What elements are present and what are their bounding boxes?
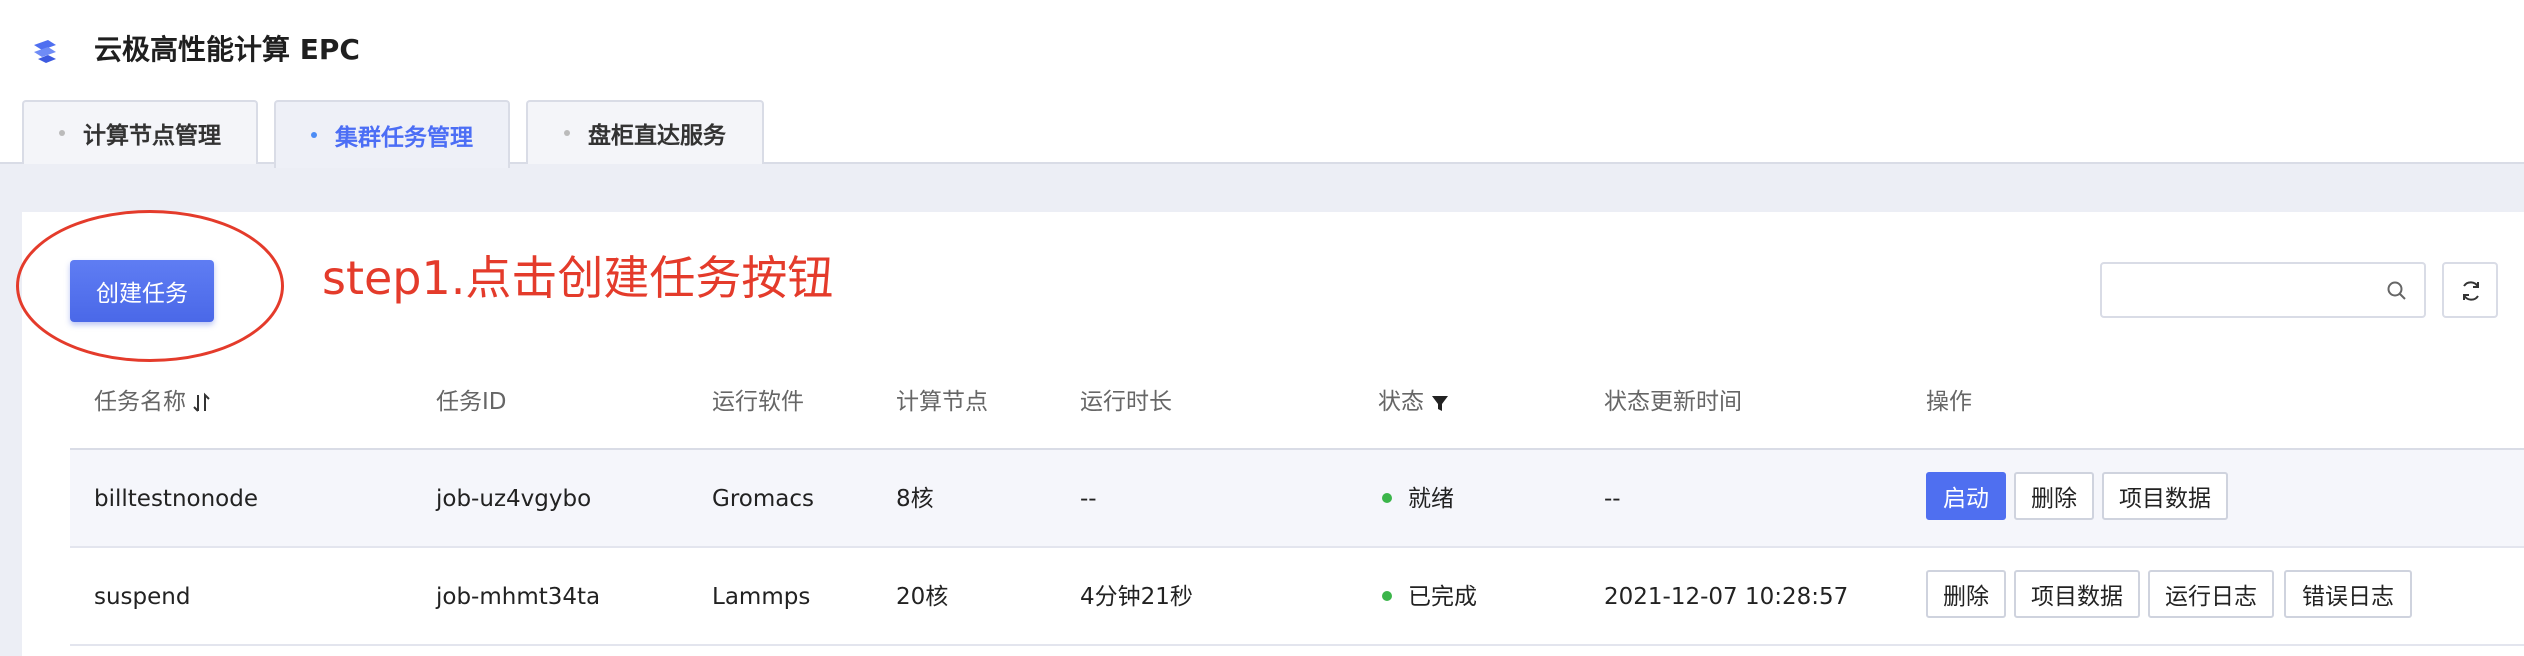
cell-software: Gromacs — [712, 486, 814, 512]
status-text: 已完成 — [1408, 584, 1477, 610]
run-log-button[interactable]: 运行日志 — [2148, 570, 2274, 618]
column-header-updated: 状态更新时间 — [1604, 389, 1742, 415]
tab-dot — [564, 130, 570, 136]
refresh-button[interactable] — [2442, 262, 2498, 318]
cell-duration: -- — [1080, 486, 1097, 512]
column-header-actions: 操作 — [1926, 389, 1972, 415]
logo-icon — [34, 40, 56, 63]
step-annotation: step1.点击创建任务按钮 — [322, 251, 834, 305]
error-log-button[interactable]: 错误日志 — [2284, 570, 2412, 618]
delete-button[interactable]: 删除 — [1926, 570, 2006, 618]
cell-name: suspend — [94, 584, 191, 610]
highlight-ellipse — [16, 210, 284, 362]
refresh-icon — [2463, 281, 2479, 301]
cell-duration: 4分钟21秒 — [1080, 584, 1193, 610]
cell-id: job-mhmt34ta — [436, 584, 601, 610]
filter-icon[interactable] — [1431, 394, 1449, 412]
start-button[interactable]: 启动 — [1926, 472, 2006, 520]
sort-icon[interactable] — [193, 392, 211, 414]
project-data-button[interactable]: 项目数据 — [2014, 570, 2140, 618]
cell-status: 已完成 — [1382, 577, 1477, 617]
tab-dot — [311, 132, 317, 138]
cell-nodes: 8核 — [896, 486, 934, 512]
app-header: 云极高性能计算 EPC — [0, 0, 2524, 98]
header-label: 任务名称 — [94, 389, 186, 415]
status-dot — [1382, 590, 1392, 601]
tab-bar: 计算节点管理 集群任务管理 盘柜直达服务 — [0, 98, 2524, 168]
tab-label: 盘柜直达服务 — [588, 123, 726, 149]
tab-label: 集群任务管理 — [335, 125, 473, 151]
column-header-id: 任务ID — [436, 389, 507, 415]
column-header-nodes: 计算节点 — [896, 389, 988, 415]
cell-id: job-uz4vgybo — [436, 486, 592, 512]
cell-nodes: 20核 — [896, 584, 949, 610]
status-text: 就绪 — [1408, 486, 1454, 512]
search-box[interactable] — [2100, 262, 2426, 318]
cell-updated: -- — [1604, 486, 1621, 512]
header-label: 状态 — [1378, 389, 1424, 415]
app-title: 云极高性能计算 EPC — [94, 33, 360, 66]
cell-updated: 2021-12-07 10:28:57 — [1604, 584, 1849, 610]
cell-status: 就绪 — [1382, 479, 1454, 519]
project-data-button[interactable]: 项目数据 — [2102, 472, 2228, 520]
delete-button[interactable]: 删除 — [2014, 472, 2094, 520]
column-header-duration: 运行时长 — [1080, 389, 1172, 415]
table-row: suspend job-mhmt34ta Lammps 20核 4分钟21秒 已… — [70, 548, 2524, 646]
search-input[interactable] — [2112, 272, 2372, 308]
tab-label: 计算节点管理 — [83, 123, 221, 149]
cell-name: billtestnonode — [94, 486, 258, 512]
tab-disk-cabinet[interactable]: 盘柜直达服务 — [526, 100, 764, 164]
column-header-name[interactable]: 任务名称 — [94, 382, 211, 422]
tab-dot — [59, 130, 65, 136]
search-icon[interactable] — [2386, 280, 2408, 302]
column-header-status[interactable]: 状态 — [1378, 382, 1449, 422]
column-header-software: 运行软件 — [712, 389, 804, 415]
table-row: billtestnonode job-uz4vgybo Gromacs 8核 -… — [70, 450, 2524, 548]
cell-software: Lammps — [712, 584, 811, 610]
tab-compute-nodes[interactable]: 计算节点管理 — [22, 100, 258, 164]
tab-cluster-jobs[interactable]: 集群任务管理 — [274, 100, 510, 168]
status-dot — [1382, 492, 1392, 503]
